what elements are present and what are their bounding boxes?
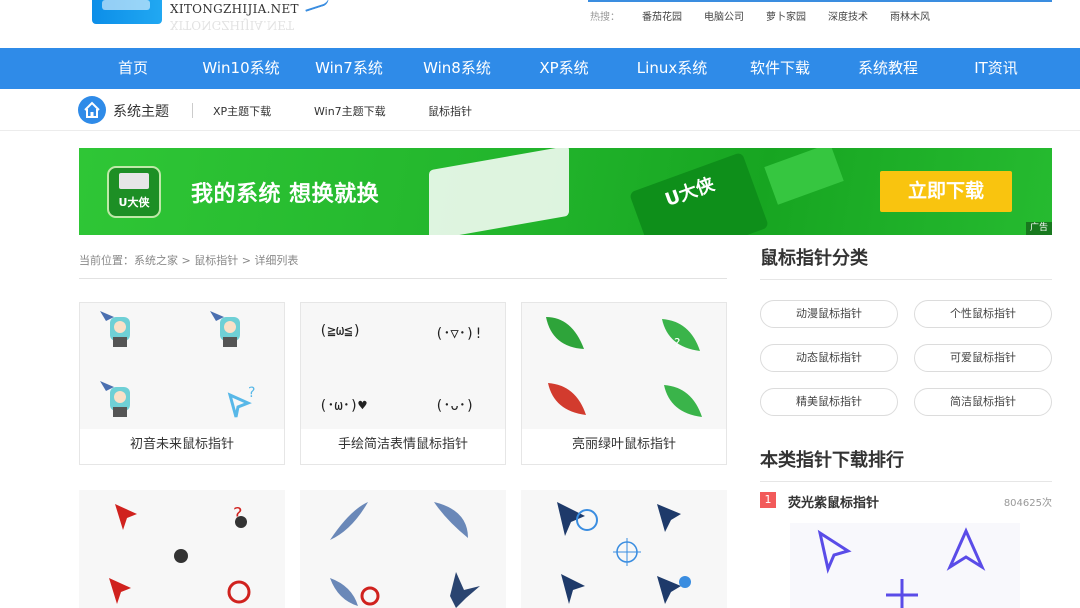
breadcrumb-prefix: 当前位置： <box>79 254 134 267</box>
cursor-card[interactable] <box>300 490 506 608</box>
emoji-face: (･ᴗ･) <box>435 398 475 414</box>
nav-item-xp[interactable]: XP系统 <box>539 48 588 89</box>
svg-text:?: ? <box>248 385 255 401</box>
cursor-preview: (≧ω≦) (･▽･)! (･ω･)♥ (･ᴗ･) <box>301 303 505 429</box>
emoji-face: (･▽･)! <box>435 326 483 342</box>
miku-cursor-icons: ? <box>100 311 255 418</box>
window-illustration <box>429 148 569 235</box>
metal-cursor-icons <box>330 502 480 608</box>
emoji-face: (≧ω≦) <box>319 323 362 339</box>
leaf-cursor-icons: ? <box>546 317 702 417</box>
logo-mark <box>92 0 162 24</box>
nav-item-win7[interactable]: Win7系统 <box>315 48 383 89</box>
hot-search-word[interactable]: 电脑公司 <box>704 8 744 23</box>
sub-nav-title: 系统主题 <box>113 104 169 120</box>
category-tag-simple[interactable]: 简洁鼠标指针 <box>914 388 1052 416</box>
hot-search-word[interactable]: 深度技术 <box>828 8 868 23</box>
breadcrumb-item[interactable]: 鼠标指针 <box>194 254 238 267</box>
logo-site-name-reflection: XITONGZHIJIA.NET <box>170 18 295 32</box>
banner-slogan: 我的系统 想换就换 <box>191 182 380 207</box>
divider <box>760 279 1052 280</box>
ad-badge: 广告 <box>1025 222 1052 235</box>
divider <box>192 103 193 118</box>
nav-item-home[interactable]: 首页 <box>118 48 148 89</box>
breadcrumb-sep: > <box>238 254 255 267</box>
category-tag-anime[interactable]: 动漫鼠标指针 <box>760 300 898 328</box>
breadcrumb-item[interactable]: 系统之家 <box>134 254 178 267</box>
sub-nav-link-xp-themes[interactable]: XP主题下载 <box>213 103 271 119</box>
cursor-card-title[interactable]: 初音未来鼠标指针 <box>80 433 284 452</box>
breadcrumb-sep: > <box>178 254 195 267</box>
nav-item-it-news[interactable]: IT资讯 <box>974 48 1018 89</box>
logo-swoosh <box>303 0 331 12</box>
category-tag-cute[interactable]: 可爱鼠标指针 <box>914 344 1052 372</box>
hot-search-word[interactable]: 雨林木风 <box>890 8 930 23</box>
hot-search-label: 热搜： <box>590 12 620 23</box>
cursor-card[interactable]: ? 亮丽绿叶鼠标指针 <box>521 302 727 465</box>
sub-nav-link-cursors[interactable]: 鼠标指针 <box>428 103 472 119</box>
cursor-card-title[interactable]: 亮丽绿叶鼠标指针 <box>522 433 726 452</box>
nav-item-tutorials[interactable]: 系统教程 <box>858 48 918 89</box>
block-illustration <box>764 148 844 205</box>
category-tag-animated[interactable]: 动态鼠标指针 <box>760 344 898 372</box>
usb-icon: U大侠 <box>107 166 161 218</box>
nav-item-win8[interactable]: Win8系统 <box>423 48 491 89</box>
hot-search-word[interactable]: 番茄花园 <box>642 8 682 23</box>
divider <box>760 481 1052 482</box>
nav-item-software[interactable]: 软件下载 <box>750 48 810 89</box>
cursor-card[interactable]: ? 初音未来鼠标指针 <box>79 302 285 465</box>
download-now-button[interactable]: 立即下载 <box>880 171 1012 212</box>
category-tag-personal[interactable]: 个性鼠标指针 <box>914 300 1052 328</box>
cursor-preview <box>521 490 727 608</box>
hot-search-list: 热搜： 番茄花园 电脑公司 萝卜家园 深度技术 雨林木风 <box>590 8 952 23</box>
breadcrumb: 当前位置：系统之家 > 鼠标指针 > 详细列表 <box>79 252 298 268</box>
cursor-preview: ? <box>79 490 285 608</box>
breadcrumb-item: 详细列表 <box>254 254 299 267</box>
emoji-face: (･ω･)♥ <box>319 398 367 414</box>
cursor-preview: ? <box>522 303 726 429</box>
ad-banner[interactable]: U大侠 我的系统 想换就换 U大侠 立即下载 广告 <box>79 148 1052 235</box>
cursor-card[interactable] <box>521 490 727 608</box>
site-logo[interactable]: XITONGZHIJIA.NET XITONGZHIJIA.NET <box>92 0 299 34</box>
category-tag-exquisite[interactable]: 精美鼠标指针 <box>760 388 898 416</box>
home-icon[interactable] <box>78 96 106 124</box>
cursor-card[interactable]: ? <box>79 490 285 608</box>
nav-item-win10[interactable]: Win10系统 <box>202 48 279 89</box>
cursor-card-title[interactable]: 手绘简洁表情鼠标指针 <box>301 433 505 452</box>
site-header: XITONGZHIJIA.NET XITONGZHIJIA.NET 热搜： 番茄… <box>0 0 1080 48</box>
rank-number-badge: 1 <box>760 492 776 508</box>
hot-search-word[interactable]: 萝卜家园 <box>766 8 806 23</box>
svg-text:?: ? <box>674 336 680 350</box>
sub-nav: 系统主题 XP主题下载 Win7主题下载 鼠标指针 <box>0 89 1080 131</box>
cursor-preview <box>300 490 506 608</box>
category-section-title: 鼠标指针分类 <box>760 248 868 269</box>
rank-item-title[interactable]: 荧光紫鼠标指针 <box>788 492 879 511</box>
usb-label: U大侠 <box>118 196 150 209</box>
cursor-card[interactable]: (≧ω≦) (･▽･)! (･ω･)♥ (･ᴗ･) 手绘简洁表情鼠标指针 <box>300 302 506 465</box>
sub-nav-link-win7-themes[interactable]: Win7主题下载 <box>314 103 386 119</box>
arrow-cursor-icons <box>557 502 691 604</box>
search-box-border[interactable] <box>588 0 1052 2</box>
rank-item-preview[interactable] <box>790 523 1020 608</box>
divider <box>79 278 727 279</box>
purple-glow-cursor-icons <box>817 527 986 608</box>
football-cursor-icons: ? <box>109 504 251 604</box>
cursor-preview: ? <box>80 303 284 429</box>
main-nav: 首页 Win10系统 Win7系统 Win8系统 XP系统 Linux系统 软件… <box>0 48 1080 89</box>
rank-download-count: 804625次 <box>1003 498 1052 509</box>
ranking-section-title: 本类指针下载排行 <box>760 450 904 471</box>
nav-item-linux[interactable]: Linux系统 <box>637 48 707 89</box>
logo-site-name: XITONGZHIJIA.NET <box>170 2 299 16</box>
